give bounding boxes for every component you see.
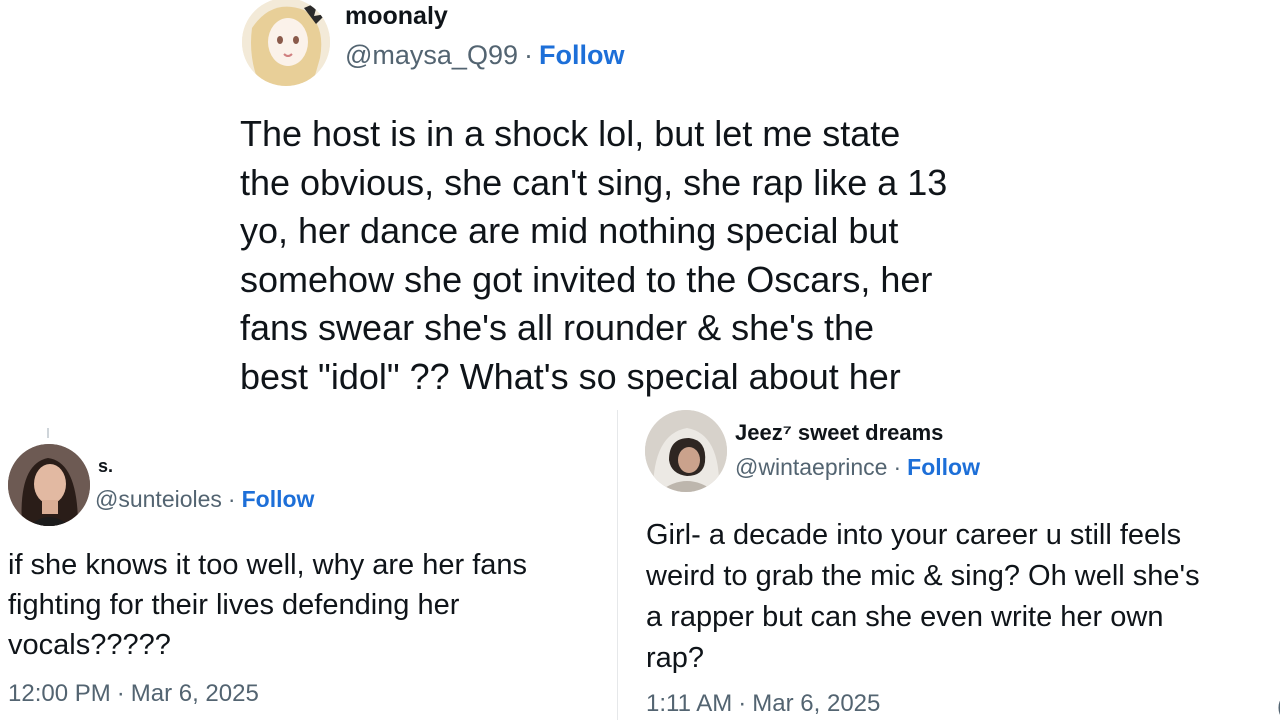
separator-dot: · <box>523 40 533 70</box>
person-hoodie-avatar-icon[interactable] <box>645 410 727 492</box>
separator-dot: · <box>738 690 747 717</box>
follow-button[interactable]: Follow <box>907 454 980 480</box>
separator-dot: · <box>893 454 902 480</box>
divider-stub <box>47 428 49 438</box>
separator-dot: · <box>227 486 236 512</box>
handle-row: @maysa_Q99 · Follow <box>345 40 624 71</box>
tweet-date: Mar 6, 2025 <box>130 680 259 707</box>
tweet-text: Girl- a decade into your career u still … <box>646 519 1200 674</box>
display-name[interactable]: moonaly <box>345 2 448 31</box>
tweet-time: 12:00 PM <box>8 680 111 707</box>
display-name[interactable]: s. <box>98 456 113 477</box>
anime-girl-avatar-icon[interactable] <box>242 0 330 86</box>
tweet-time: 1:11 AM <box>646 690 733 717</box>
user-handle[interactable]: @wintaeprince <box>735 454 887 480</box>
tweet-text: The host is in a shock lol, but let me s… <box>240 113 948 397</box>
follow-button[interactable]: Follow <box>242 486 315 512</box>
woman-portrait-avatar-icon[interactable] <box>8 444 90 526</box>
handle-row: @sunteioles · Follow <box>95 486 314 513</box>
handle-row: @wintaeprince · Follow <box>735 454 980 481</box>
tweet-timestamp[interactable]: 1:11 AM · Mar 6, 2025 <box>646 690 880 718</box>
user-handle[interactable]: @sunteioles <box>95 486 222 512</box>
tweet-text: if she knows it too well, why are her fa… <box>8 549 528 661</box>
display-name[interactable]: Jeez⁷ sweet dreams <box>735 420 943 446</box>
separator-dot: · <box>116 680 125 707</box>
tweet-timestamp[interactable]: 12:00 PM · Mar 6, 2025 <box>8 680 259 708</box>
follow-button[interactable]: Follow <box>539 40 624 70</box>
tweet-date: Mar 6, 2025 <box>752 690 881 717</box>
user-handle[interactable]: @maysa_Q99 <box>345 40 518 70</box>
